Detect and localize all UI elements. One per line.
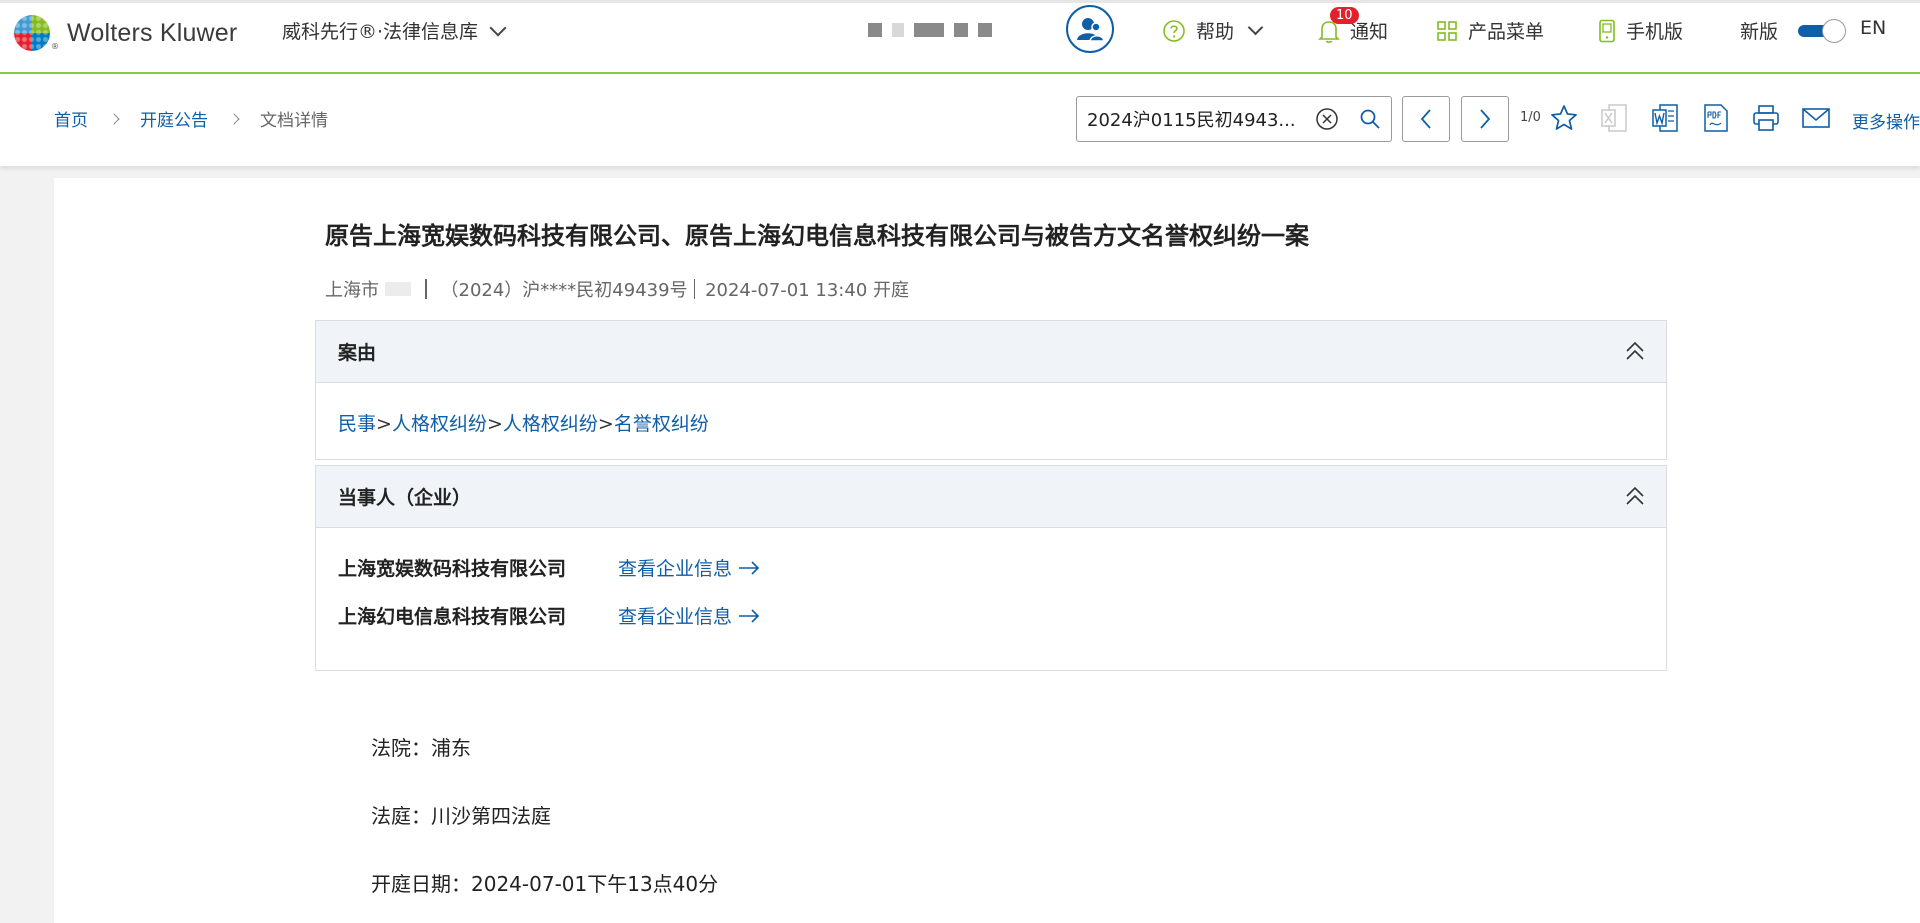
courtroom-line: 法庭：川沙第四法庭 bbox=[371, 804, 551, 828]
cause-separator: > bbox=[597, 413, 614, 435]
more-actions-button[interactable]: 更多操作 bbox=[1852, 108, 1920, 133]
search-input[interactable]: 2024沪0115民初4943... bbox=[1087, 106, 1309, 132]
double-chevron-up-icon[interactable] bbox=[1624, 339, 1646, 363]
arrow-right-icon bbox=[739, 608, 760, 623]
breadcrumb-current: 文档详情 bbox=[260, 111, 328, 131]
breadcrumb-section[interactable]: 开庭公告 bbox=[140, 106, 208, 131]
previous-match-button[interactable] bbox=[1402, 96, 1450, 142]
hearing-date-line: 开庭日期：2024-07-01下午13点40分 bbox=[371, 872, 719, 896]
document-title: 原告上海宽娱数码科技有限公司、原告上海幻电信息科技有限公司与被告方文名誉权纠纷一… bbox=[325, 222, 1309, 250]
logo-mark-icon bbox=[14, 15, 50, 51]
chevron-right-icon bbox=[228, 112, 240, 125]
cause-separator: > bbox=[486, 413, 503, 435]
cause-panel-header[interactable]: 案由 bbox=[316, 321, 1666, 383]
redacted-user-info bbox=[868, 23, 992, 37]
view-company-info-link[interactable]: 查看企业信息 bbox=[618, 602, 760, 629]
help-label: 帮助 bbox=[1196, 21, 1235, 43]
cause-link[interactable]: 人格权纠纷 bbox=[392, 413, 487, 435]
word-file-icon bbox=[1652, 104, 1678, 132]
view-company-info-label: 查看企业信息 bbox=[618, 606, 733, 628]
product-menu[interactable]: 产品菜单 bbox=[1436, 17, 1544, 44]
in-document-search[interactable]: 2024沪0115民初4943... bbox=[1076, 96, 1392, 142]
wolters-kluwer-logo[interactable]: ® Wolters Kluwer bbox=[14, 15, 237, 51]
cause-link[interactable]: 名誉权纠纷 bbox=[614, 413, 709, 435]
grid-icon bbox=[1437, 20, 1457, 41]
parties-panel-title: 当事人（企业） bbox=[338, 487, 472, 509]
view-company-info-label: 查看企业信息 bbox=[618, 558, 733, 580]
envelope-icon bbox=[1802, 108, 1830, 128]
new-version-label: 新版 bbox=[1740, 21, 1779, 43]
chevron-right-icon bbox=[108, 112, 120, 125]
product-switcher[interactable]: 威科先行®·法律信息库 bbox=[282, 17, 507, 44]
redacted-district bbox=[385, 282, 411, 296]
document-toolbar: 首页 开庭公告 文档详情 2024沪0115民初4943... 1/0 更多操作 bbox=[0, 74, 1920, 166]
document-content: 原告上海宽娱数码科技有限公司、原告上海幻电信息科技有限公司与被告方文名誉权纠纷一… bbox=[54, 178, 1920, 923]
meta-divider bbox=[425, 279, 427, 299]
star-icon bbox=[1551, 105, 1577, 130]
breadcrumb: 首页 开庭公告 文档详情 bbox=[54, 106, 328, 131]
meta-divider bbox=[693, 279, 696, 299]
parties-panel-header[interactable]: 当事人（企业） bbox=[316, 466, 1666, 528]
help-circle-icon bbox=[1163, 19, 1185, 42]
printer-icon bbox=[1753, 105, 1779, 131]
double-chevron-up-icon[interactable] bbox=[1624, 484, 1646, 508]
email-button[interactable] bbox=[1799, 100, 1833, 136]
parties-panel: 当事人（企业） 上海宽娱数码科技有限公司 查看企业信息 上海幻电信息科技有限公司… bbox=[315, 465, 1667, 671]
product-name: 威科先行®·法律信息库 bbox=[282, 21, 479, 43]
chevron-down-icon bbox=[489, 19, 507, 36]
party-name: 上海幻电信息科技有限公司 bbox=[338, 606, 567, 628]
search-icon[interactable] bbox=[1359, 108, 1381, 130]
help-menu[interactable]: 帮助 bbox=[1162, 17, 1264, 44]
notification-count-badge: 10 bbox=[1330, 6, 1359, 24]
export-pdf-button[interactable] bbox=[1699, 100, 1733, 136]
view-company-info-link[interactable]: 查看企业信息 bbox=[618, 554, 760, 581]
language-label: EN bbox=[1860, 17, 1887, 39]
pdf-file-icon bbox=[1704, 104, 1728, 132]
language-switch[interactable]: EN bbox=[1860, 17, 1886, 39]
export-word-button[interactable] bbox=[1648, 100, 1682, 136]
breadcrumb-home[interactable]: 首页 bbox=[54, 106, 88, 131]
cause-link[interactable]: 民事 bbox=[338, 413, 376, 435]
next-match-button[interactable] bbox=[1461, 96, 1509, 142]
print-button[interactable] bbox=[1749, 100, 1783, 136]
notifications-menu[interactable]: 10 通知 bbox=[1318, 6, 1388, 44]
products-label: 产品菜单 bbox=[1468, 21, 1545, 43]
mobile-phone-icon bbox=[1599, 19, 1615, 42]
cause-separator: > bbox=[376, 413, 392, 435]
top-navigation-bar: ® Wolters Kluwer 威科先行®·法律信息库 帮助 10 通知 产品… bbox=[0, 0, 1920, 74]
excel-file-icon bbox=[1601, 104, 1627, 132]
logo-registered-mark: ® bbox=[51, 42, 59, 51]
chevron-down-icon bbox=[1247, 19, 1264, 36]
chevron-right-icon bbox=[1480, 109, 1491, 129]
user-avatar[interactable] bbox=[1066, 5, 1114, 53]
cause-link[interactable]: 人格权纠纷 bbox=[503, 413, 598, 435]
document-meta: 上海市 （2024）沪****民初49439号 2024-07-01 13:40… bbox=[325, 276, 909, 302]
party-name: 上海宽娱数码科技有限公司 bbox=[338, 558, 567, 580]
arrow-right-icon bbox=[739, 560, 760, 575]
meta-datetime: 2024-07-01 13:40 开庭 bbox=[705, 280, 910, 301]
export-excel-button[interactable] bbox=[1597, 100, 1631, 136]
chevron-left-icon bbox=[1420, 109, 1431, 129]
toggle-switch[interactable] bbox=[1798, 18, 1847, 43]
cause-path: 民事>人格权纠纷>人格权纠纷>名誉权纠纷 bbox=[316, 383, 1666, 462]
court-line: 法院：浦东 bbox=[371, 736, 471, 760]
favorite-button[interactable] bbox=[1547, 100, 1581, 136]
meta-case-number: （2024）沪****民初49439号 bbox=[440, 280, 688, 301]
mobile-version-link[interactable]: 手机版 bbox=[1598, 17, 1683, 44]
meta-location: 上海市 bbox=[325, 280, 379, 301]
user-group-icon bbox=[1077, 18, 1105, 42]
cause-of-action-panel: 案由 民事>人格权纠纷>人格权纠纷>名誉权纠纷 bbox=[315, 320, 1667, 460]
new-version-toggle[interactable]: 新版 bbox=[1740, 17, 1847, 44]
clear-circle-icon[interactable] bbox=[1315, 107, 1339, 131]
cause-panel-title: 案由 bbox=[338, 342, 377, 364]
match-counter: 1/0 bbox=[1520, 110, 1541, 125]
mobile-label: 手机版 bbox=[1626, 21, 1684, 43]
logo-text: Wolters Kluwer bbox=[67, 18, 238, 47]
